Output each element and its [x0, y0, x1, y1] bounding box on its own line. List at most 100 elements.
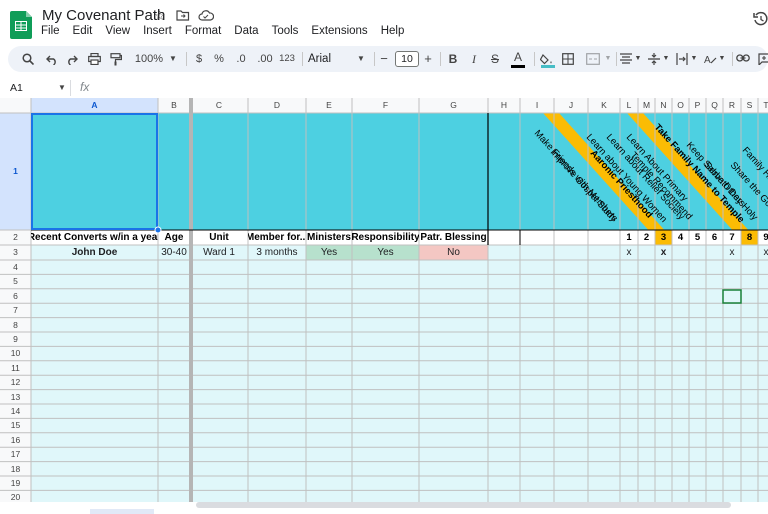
- row-header-6[interactable]: 6: [0, 289, 31, 303]
- step-number-7[interactable]: 7: [723, 230, 741, 245]
- menu-view[interactable]: View: [105, 25, 130, 41]
- valign-dropdown-icon[interactable]: ▼: [662, 46, 670, 72]
- percent-format-button[interactable]: %: [212, 46, 226, 72]
- menu-insert[interactable]: Insert: [143, 25, 172, 41]
- step-number-5[interactable]: 5: [689, 230, 706, 245]
- row-header-4[interactable]: 4: [0, 260, 31, 274]
- row-header-17[interactable]: 17: [0, 447, 31, 461]
- column-header-o[interactable]: O: [672, 98, 689, 113]
- merge-dropdown-icon[interactable]: ▼: [604, 46, 612, 72]
- sheets-logo-icon[interactable]: [10, 9, 34, 39]
- record-responsibility[interactable]: Yes: [352, 245, 419, 260]
- menu-extensions[interactable]: Extensions: [311, 25, 367, 41]
- align-dropdown-icon[interactable]: ▼: [634, 46, 642, 72]
- column-header-l[interactable]: L: [620, 98, 638, 113]
- menu-data[interactable]: Data: [234, 25, 258, 41]
- column-header-s[interactable]: S: [741, 98, 758, 113]
- column-header-n[interactable]: N: [655, 98, 672, 113]
- formula-input[interactable]: [98, 81, 738, 95]
- borders-icon[interactable]: [562, 46, 578, 72]
- record-ministers[interactable]: Yes: [306, 245, 352, 260]
- row-header-12[interactable]: 12: [0, 375, 31, 389]
- record-name[interactable]: John Doe: [31, 245, 158, 260]
- column-header-c[interactable]: C: [190, 98, 248, 113]
- column-header-p[interactable]: P: [689, 98, 706, 113]
- row-header-3[interactable]: 3: [0, 245, 31, 260]
- text-color-button[interactable]: A: [510, 46, 526, 72]
- step-number-3[interactable]: 3: [655, 230, 672, 245]
- column-header-m[interactable]: M: [638, 98, 655, 113]
- record-member-for[interactable]: 3 months: [248, 245, 306, 260]
- font-size-input[interactable]: 10: [395, 51, 419, 67]
- column-header-k[interactable]: K: [588, 98, 620, 113]
- row-header-15[interactable]: 15: [0, 418, 31, 432]
- column-header-f[interactable]: F: [352, 98, 419, 113]
- menu-file[interactable]: File: [41, 25, 60, 41]
- step-number-2[interactable]: 2: [638, 230, 655, 245]
- more-formats-button[interactable]: 123: [278, 46, 296, 72]
- header-cell-e[interactable]: Ministers: [306, 230, 352, 245]
- header-cell-b[interactable]: Age: [158, 230, 190, 245]
- row-header-19[interactable]: 19: [0, 476, 31, 490]
- record-unit[interactable]: Ward 1: [190, 245, 248, 260]
- increase-decimal-button[interactable]: .00: [254, 46, 276, 72]
- name-box-dropdown-icon[interactable]: ▼: [58, 83, 66, 92]
- insert-comment-icon[interactable]: [758, 46, 768, 72]
- column-header-t[interactable]: T: [758, 98, 768, 113]
- rotation-dropdown-icon[interactable]: ▼: [718, 46, 726, 72]
- strikethrough-button[interactable]: S: [488, 46, 502, 72]
- vertical-align-icon[interactable]: [648, 46, 662, 72]
- redo-icon[interactable]: [66, 46, 82, 72]
- row-header-8[interactable]: 8: [0, 318, 31, 332]
- step-mark-t[interactable]: x: [758, 245, 768, 259]
- step-number-1[interactable]: 1: [620, 230, 638, 245]
- cloud-saved-icon[interactable]: [198, 10, 214, 21]
- insert-link-icon[interactable]: [736, 46, 752, 72]
- row-header-13[interactable]: 13: [0, 390, 31, 404]
- column-header-g[interactable]: G: [419, 98, 488, 113]
- menu-tools[interactable]: Tools: [272, 25, 299, 41]
- sheet-tab-strip[interactable]: [90, 509, 154, 514]
- italic-button[interactable]: I: [467, 46, 481, 72]
- menu-help[interactable]: Help: [381, 25, 405, 41]
- row-header-14[interactable]: 14: [0, 404, 31, 418]
- decrease-decimal-button[interactable]: .0: [232, 46, 250, 72]
- font-dropdown-icon[interactable]: ▼: [356, 46, 366, 72]
- header-cell-a[interactable]: Recent Converts w/in a year: [31, 230, 158, 245]
- row-header-1[interactable]: 1: [0, 113, 31, 230]
- zoom-dropdown-icon[interactable]: ▼: [168, 46, 178, 72]
- record-age[interactable]: 30-40: [158, 245, 190, 260]
- horizontal-align-icon[interactable]: [620, 46, 634, 72]
- column-header-q[interactable]: Q: [706, 98, 723, 113]
- header-cell-f[interactable]: Responsibility: [352, 230, 419, 245]
- column-header-h[interactable]: H: [488, 98, 520, 113]
- column-header-a[interactable]: A: [31, 98, 158, 113]
- bold-button[interactable]: B: [446, 46, 460, 72]
- menu-format[interactable]: Format: [185, 25, 221, 41]
- header-cell-c[interactable]: Unit: [190, 230, 248, 245]
- column-header-j[interactable]: J: [554, 98, 588, 113]
- name-box[interactable]: A1: [10, 82, 23, 94]
- record-patr-blessing[interactable]: No: [419, 245, 488, 260]
- row-header-20[interactable]: 20: [0, 490, 31, 502]
- undo-icon[interactable]: [46, 46, 62, 72]
- column-header-r[interactable]: R: [723, 98, 741, 113]
- row-header-16[interactable]: 16: [0, 433, 31, 447]
- column-header-i[interactable]: I: [520, 98, 554, 113]
- horizontal-scrollbar[interactable]: [196, 502, 731, 508]
- row-header-18[interactable]: 18: [0, 462, 31, 476]
- search-menus-icon[interactable]: [22, 46, 38, 72]
- step-mark-r[interactable]: x: [723, 245, 741, 259]
- wrap-dropdown-icon[interactable]: ▼: [690, 46, 698, 72]
- paint-format-icon[interactable]: [110, 46, 126, 72]
- version-history-icon[interactable]: [752, 10, 768, 28]
- text-wrapping-icon[interactable]: [676, 46, 690, 72]
- row-header-7[interactable]: 7: [0, 303, 31, 317]
- increase-font-size-button[interactable]: +: [422, 46, 434, 72]
- step-number-6[interactable]: 6: [706, 230, 723, 245]
- row-header-9[interactable]: 9: [0, 332, 31, 346]
- column-header-d[interactable]: D: [248, 98, 306, 113]
- spreadsheet-grid[interactable]: A B C D E F G H I J K L M N O P Q R S T 1 2 3 4 5 6 7 8 9 10 11 12 13 14 1…: [0, 98, 768, 502]
- font-family-select[interactable]: Arial: [308, 46, 348, 72]
- star-icon[interactable]: ☆: [154, 8, 166, 24]
